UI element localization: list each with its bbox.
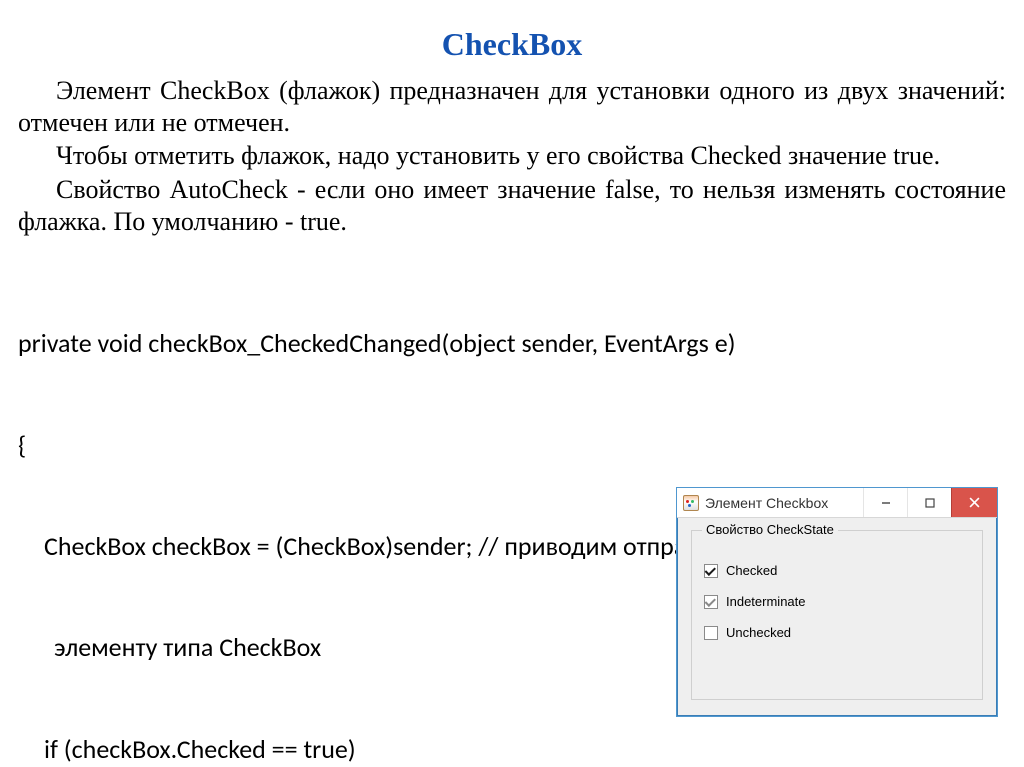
checkbox-label: Checked [726, 563, 777, 578]
paragraph-2-text: Чтобы отметить флажок, надо установить у… [56, 141, 940, 170]
document-page: CheckBox Элемент CheckBox (флажок) предн… [0, 0, 1024, 767]
paragraph-3: Свойство AutoCheck - если оно имеет знач… [18, 174, 1006, 237]
window-title: Элемент Checkbox [705, 495, 863, 511]
window-icon [683, 495, 699, 511]
close-button[interactable] [951, 488, 997, 517]
checkbox-icon [704, 626, 718, 640]
checkbox-row-unchecked[interactable]: Unchecked [704, 625, 970, 640]
paragraph-1-text: Элемент CheckBox (флажок) предназначен д… [18, 76, 1006, 137]
paragraph-2: Чтобы отметить флажок, надо установить у… [18, 140, 1006, 172]
maximize-icon [925, 498, 935, 508]
paragraph-1: Элемент CheckBox (флажок) предназначен д… [18, 75, 1006, 138]
window-controls [863, 488, 997, 517]
checkbox-row-indeterminate[interactable]: Indeterminate [704, 594, 970, 609]
window-body: Свойство CheckState Checked Indeterminat… [677, 518, 997, 710]
groupbox-legend: Свойство CheckState [702, 522, 838, 537]
groupbox-checkstate: Свойство CheckState Checked Indeterminat… [691, 530, 983, 700]
close-icon [969, 497, 980, 508]
winforms-window: Элемент Checkbox Свойство CheckState Che… [676, 487, 998, 717]
checkbox-label: Indeterminate [726, 594, 806, 609]
maximize-button[interactable] [907, 488, 951, 517]
page-title: CheckBox [18, 26, 1006, 63]
minimize-icon [881, 498, 891, 508]
paragraph-3-text: Свойство AutoCheck - если оно имеет знач… [18, 175, 1006, 236]
checkbox-row-checked[interactable]: Checked [704, 563, 970, 578]
checkbox-label: Unchecked [726, 625, 791, 640]
checkbox-icon [704, 564, 718, 578]
window-titlebar[interactable]: Элемент Checkbox [677, 488, 997, 518]
code-line-2: { [18, 429, 1006, 463]
minimize-button[interactable] [863, 488, 907, 517]
code-line-4: if (checkBox.Checked == true) [18, 733, 1006, 767]
code-line-1: private void checkBox_CheckedChanged(obj… [18, 327, 1006, 361]
checkbox-icon [704, 595, 718, 609]
